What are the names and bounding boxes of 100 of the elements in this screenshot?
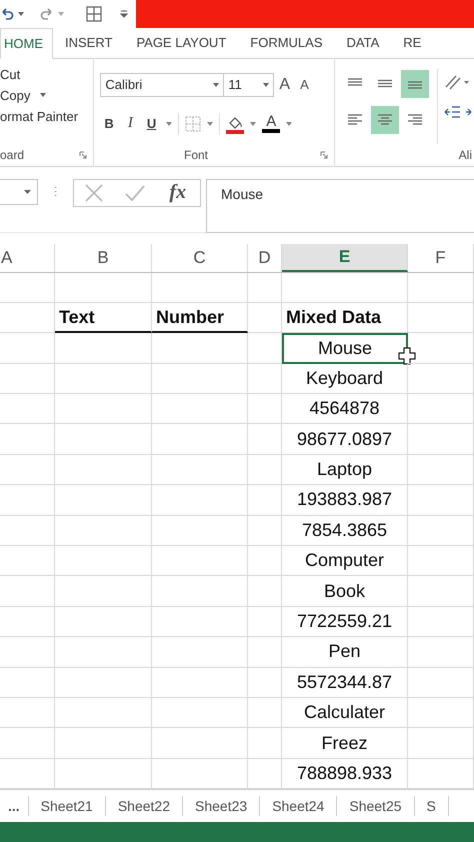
ribbon-tab[interactable]: HOME (0, 28, 53, 59)
table-cell (0, 576, 55, 607)
align-vertical-button[interactable] (401, 70, 429, 98)
caret-icon[interactable] (213, 82, 220, 87)
font-color-button[interactable]: A (262, 114, 280, 133)
table-cell[interactable]: Freez (282, 728, 408, 759)
table-cell (408, 516, 474, 546)
table-cell (0, 637, 55, 668)
indent-icon[interactable] (444, 104, 474, 119)
table-cell[interactable]: 98677.0897 (282, 424, 408, 455)
table-cell (248, 728, 282, 759)
sheet-tab[interactable]: ... (0, 796, 29, 816)
undo-icon[interactable] (0, 6, 14, 21)
dropdown-icon[interactable] (18, 12, 24, 16)
customize-icon[interactable] (120, 10, 128, 18)
column-header[interactable]: F (408, 244, 474, 272)
sheet-tab[interactable]: Sheet22 (106, 796, 184, 816)
table-cell (408, 546, 474, 576)
grow-font-button[interactable]: A (274, 76, 296, 94)
table-cell (248, 394, 282, 424)
table-cell (408, 606, 474, 638)
column-header[interactable]: B (55, 244, 152, 272)
shrink-font-button[interactable]: A (295, 77, 314, 92)
redo-icon[interactable] (40, 6, 54, 21)
table-cell[interactable]: Calculater (282, 698, 408, 728)
sheet-tab[interactable]: Sheet25 (337, 796, 415, 816)
table-cell (408, 728, 474, 759)
clipboard-command[interactable]: Copy (0, 88, 94, 103)
table-cell (408, 424, 474, 455)
ribbon-tab[interactable]: INSERT (53, 28, 124, 58)
dropdown-icon[interactable] (166, 122, 172, 126)
table-cell (0, 272, 55, 303)
column-header[interactable]: C (152, 244, 248, 272)
sheet-tab[interactable]: Sheet23 (183, 796, 260, 816)
format-button[interactable]: I (124, 115, 137, 132)
table-cell (408, 485, 474, 516)
align-lines-icon (406, 114, 424, 126)
format-button[interactable]: B (100, 116, 118, 132)
sheet-tab[interactable]: S (414, 796, 449, 816)
cursor-icon (398, 347, 416, 366)
align-lines-icon (376, 114, 394, 126)
table-cell[interactable]: 7722559.21 (282, 606, 408, 638)
table-cell (248, 637, 282, 668)
ribbon-tab[interactable]: RE (391, 28, 434, 58)
table-cell (408, 668, 474, 698)
column-header[interactable]: E (282, 244, 408, 272)
table-cell[interactable]: Keyboard (282, 364, 408, 394)
font-size-field[interactable]: 11 (224, 72, 274, 97)
launcher-icon[interactable] (320, 150, 328, 159)
group-label: Ali (458, 148, 472, 162)
column-header[interactable]: A (0, 244, 55, 272)
table-cell[interactable]: Book (282, 576, 408, 607)
clipboard-command[interactable]: ormat Painter (0, 108, 94, 124)
insert-function-button[interactable]: fx (165, 181, 190, 204)
dropdown-icon[interactable] (40, 93, 46, 98)
table-cell (408, 637, 474, 668)
ribbon-tab[interactable]: FORMULAS (238, 28, 334, 58)
table-cell (248, 302, 282, 334)
sheet-tab[interactable]: Sheet21 (28, 796, 106, 816)
table-cell (0, 302, 55, 334)
table-cell[interactable]: 4564878 (282, 394, 408, 424)
dropdown-icon[interactable] (207, 122, 214, 126)
table-cell (248, 424, 282, 455)
table-cell (408, 394, 474, 424)
table-cell[interactable]: Computer (282, 546, 408, 576)
table-cell (0, 668, 55, 698)
table-cell: Number (152, 302, 248, 334)
table-cell (0, 546, 55, 576)
table-cell[interactable]: 7854.3865 (282, 516, 408, 546)
sheet-tab[interactable]: Sheet24 (260, 796, 338, 816)
table-cell[interactable]: 193883.987 (282, 485, 408, 516)
group-label: oard (0, 148, 24, 162)
dropdown-icon[interactable] (286, 122, 292, 126)
table-cell (408, 698, 474, 728)
table-icon[interactable] (86, 6, 102, 22)
table-cell (0, 516, 55, 546)
table-cell (0, 728, 55, 759)
launcher-icon[interactable] (79, 150, 88, 159)
table-cell (0, 454, 55, 486)
table-cell (0, 394, 55, 424)
table-cell (0, 606, 55, 638)
align-horizontal-button[interactable] (371, 106, 399, 134)
table-cell[interactable]: Laptop (282, 454, 408, 486)
caret-icon[interactable] (263, 82, 270, 87)
font-name-field[interactable]: Calibri (100, 72, 224, 97)
table-cell: Mixed Data (282, 302, 408, 334)
table-cell[interactable]: 5572344.87 (282, 668, 408, 698)
table-cell (0, 364, 55, 394)
table-cell[interactable]: Pen (282, 637, 408, 668)
table-cell (0, 698, 55, 728)
ribbon-tab[interactable]: PAGE LAYOUT (124, 28, 238, 58)
font-size-value: 11 (228, 77, 242, 92)
table-cell (248, 546, 282, 576)
table-cell (248, 272, 282, 303)
table-cell (248, 516, 282, 546)
formula-field[interactable]: Mouse (206, 178, 474, 233)
dropdown-icon[interactable] (250, 122, 256, 126)
format-button[interactable]: U (142, 116, 160, 132)
clipboard-command[interactable]: Cut (0, 66, 94, 82)
ribbon-tab[interactable]: DATA (334, 28, 392, 58)
